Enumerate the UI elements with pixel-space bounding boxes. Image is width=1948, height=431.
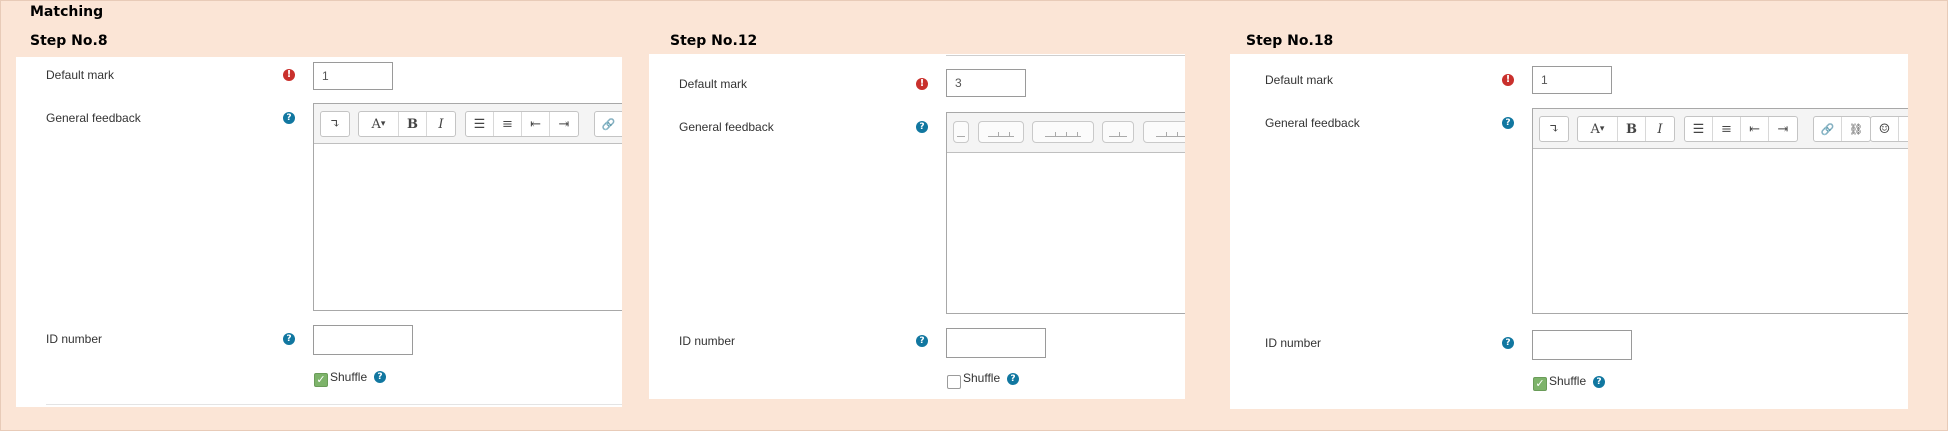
toolbar-group-style: A ▾ B I: [358, 111, 456, 137]
toolbar-group-lists: ☰ ≡ ⇤ ⇥: [465, 111, 579, 137]
shuffle-label: Shuffle: [963, 371, 1001, 385]
font-style-dropdown[interactable]: A ▾: [359, 112, 399, 136]
shuffle-label: Shuffle: [1549, 374, 1587, 388]
default-mark-input[interactable]: 3: [946, 69, 1026, 97]
toolbar-placeholder: [1143, 121, 1185, 143]
step-panel-12: Default mark ! 3 General feedback ? ID n…: [649, 54, 1185, 399]
editor-toolbar: ↴ A▾ B I ☰ ≡ ⇤ ⇥ 🔗 ⛓ ☺ ▣: [1533, 109, 1908, 149]
page-title: Matching: [30, 4, 104, 20]
general-feedback-editor[interactable]: ↴ A▾ B I ☰ ≡ ⇤ ⇥ 🔗 ⛓: [313, 103, 622, 311]
italic-icon[interactable]: I: [1646, 117, 1674, 141]
paragraph-icon[interactable]: ↴: [321, 112, 349, 136]
general-feedback-label: General feedback: [679, 120, 774, 134]
toolbar-placeholder: [953, 121, 969, 143]
caret-down-icon: ▾: [1599, 124, 1605, 134]
font-icon: A: [1590, 121, 1600, 137]
shuffle-checkbox[interactable]: [947, 375, 961, 389]
image-icon[interactable]: ▣: [1899, 117, 1908, 141]
ordered-list-icon[interactable]: ≡: [494, 112, 522, 136]
help-icon[interactable]: ?: [283, 333, 295, 345]
outdent-icon[interactable]: ⇤: [1741, 117, 1769, 141]
toolbar-group-insert: ☺ ▣: [1870, 116, 1908, 142]
indent-icon[interactable]: ⇥: [1769, 117, 1797, 141]
general-feedback-label: General feedback: [1265, 116, 1360, 130]
unordered-list-icon[interactable]: ☰: [1685, 117, 1713, 141]
toolbar-placeholder: [1102, 121, 1134, 143]
id-number-label: ID number: [1265, 336, 1322, 350]
help-icon[interactable]: ?: [916, 335, 928, 347]
id-number-input[interactable]: [313, 325, 413, 355]
default-mark-label: Default mark: [1265, 73, 1334, 87]
step-title-12: Step No.12: [670, 33, 758, 49]
help-icon[interactable]: ?: [1593, 376, 1605, 388]
divider: [946, 55, 1185, 56]
step-title-8: Step No.8: [30, 33, 108, 49]
required-icon: !: [916, 78, 928, 90]
emoticon-icon[interactable]: ☺: [1871, 117, 1899, 141]
toolbar-group-lists: ☰ ≡ ⇤ ⇥: [1684, 116, 1798, 142]
italic-icon[interactable]: I: [427, 112, 455, 136]
id-number-input[interactable]: [1532, 330, 1632, 360]
paragraph-icon[interactable]: ↴: [1540, 117, 1568, 141]
indent-icon[interactable]: ⇥: [550, 112, 578, 136]
link-icon[interactable]: 🔗: [1814, 117, 1842, 141]
unordered-list-icon[interactable]: ☰: [466, 112, 494, 136]
unlink-icon[interactable]: ⛓: [1842, 117, 1870, 141]
toolbar-group-paragraph: ↴: [1539, 116, 1569, 142]
help-icon[interactable]: ?: [374, 371, 386, 383]
shuffle-checkbox[interactable]: ✓: [1533, 377, 1547, 391]
toolbar-group-links: 🔗 ⛓: [594, 111, 622, 137]
toolbar-group-paragraph: ↴: [320, 111, 350, 137]
link-icon[interactable]: 🔗: [595, 112, 622, 136]
id-number-label: ID number: [679, 334, 736, 348]
help-icon[interactable]: ?: [1502, 117, 1514, 129]
toolbar-group-links: 🔗 ⛓: [1813, 116, 1871, 142]
default-mark-input[interactable]: 1: [313, 62, 393, 90]
default-mark-label: Default mark: [679, 77, 748, 91]
outdent-icon[interactable]: ⇤: [522, 112, 550, 136]
default-mark-input[interactable]: 1: [1532, 66, 1612, 94]
editor-toolbar: ↴ A▾ B I ☰ ≡ ⇤ ⇥ 🔗 ⛓: [314, 104, 622, 144]
divider: [46, 404, 622, 405]
default-mark-label: Default mark: [46, 68, 115, 82]
toolbar-placeholder: [1032, 121, 1094, 143]
shuffle-label: Shuffle: [330, 370, 368, 384]
caret-down-icon: ▾: [380, 119, 386, 129]
shuffle-checkbox[interactable]: ✓: [314, 373, 328, 387]
step-panel-8: Default mark ! 1 General feedback ? ↴ A ▾…: [16, 57, 622, 407]
ordered-list-icon[interactable]: ≡: [1713, 117, 1741, 141]
font-icon: A: [371, 116, 381, 132]
editor-toolbar-loading: [947, 113, 1185, 153]
help-icon[interactable]: ?: [1007, 373, 1019, 385]
help-icon[interactable]: ?: [1502, 337, 1514, 349]
id-number-input[interactable]: [946, 328, 1046, 358]
help-icon[interactable]: ?: [916, 121, 928, 133]
bold-icon[interactable]: B: [399, 112, 427, 136]
general-feedback-editor[interactable]: ↴ A▾ B I ☰ ≡ ⇤ ⇥ 🔗 ⛓ ☺ ▣: [1532, 108, 1908, 314]
bold-icon[interactable]: B: [1618, 117, 1646, 141]
toolbar-group-style: A ▾ B I: [1577, 116, 1675, 142]
toolbar-placeholder: [978, 121, 1024, 143]
step-title-18: Step No.18: [1246, 33, 1334, 49]
step-panel-18: Default mark ! 1 General feedback ? ↴ A ▾…: [1230, 54, 1908, 409]
required-icon: !: [1502, 74, 1514, 86]
general-feedback-editor[interactable]: [946, 112, 1185, 314]
required-icon: !: [283, 69, 295, 81]
id-number-label: ID number: [46, 332, 103, 346]
general-feedback-label: General feedback: [46, 111, 141, 125]
font-style-dropdown[interactable]: A ▾: [1578, 117, 1618, 141]
help-icon[interactable]: ?: [283, 112, 295, 124]
